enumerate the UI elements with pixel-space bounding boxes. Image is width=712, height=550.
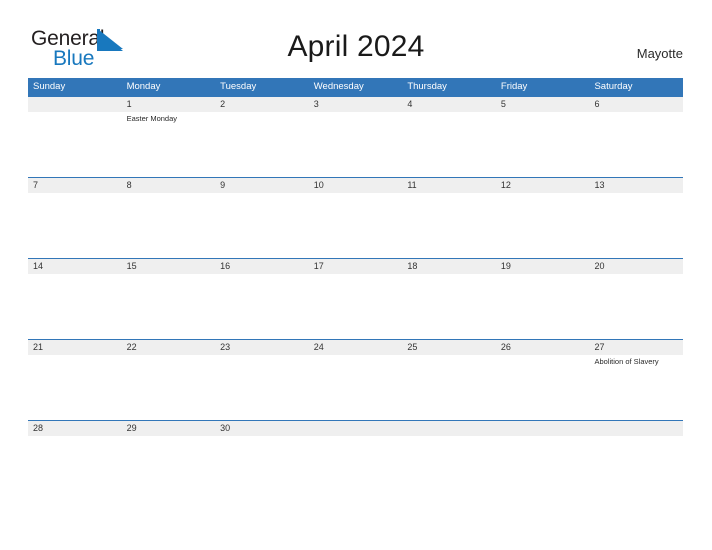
day-number[interactable]: 21 [28, 340, 122, 355]
day-number[interactable]: 20 [589, 259, 683, 274]
day-cell[interactable] [215, 193, 309, 258]
day-number[interactable]: 2 [215, 97, 309, 112]
day-cell[interactable] [496, 274, 590, 339]
weekday-monday: Monday [126, 81, 161, 92]
page-header: General Blue April 2024 Mayotte [0, 0, 712, 78]
weekday-tuesday: Tuesday [220, 81, 257, 92]
day-number[interactable]: 9 [215, 178, 309, 193]
day-number[interactable] [309, 421, 403, 436]
weekday-friday: Friday [500, 81, 528, 92]
region-label: Mayotte [636, 46, 683, 61]
week-event-band [28, 193, 683, 258]
day-number[interactable]: 1 [122, 97, 216, 112]
week-row: 21 22 23 24 25 26 27 Abolition of Slaver… [28, 339, 683, 420]
day-number[interactable]: 10 [309, 178, 403, 193]
day-number[interactable]: 29 [122, 421, 216, 436]
day-cell[interactable] [28, 193, 122, 258]
day-number[interactable] [589, 421, 683, 436]
day-number[interactable]: 16 [215, 259, 309, 274]
day-cell[interactable] [309, 274, 403, 339]
day-cell[interactable] [496, 355, 590, 420]
week-event-band: Abolition of Slavery [28, 355, 683, 420]
day-number[interactable]: 15 [122, 259, 216, 274]
day-cell[interactable] [496, 112, 590, 177]
week-row: 1 2 3 4 5 6 Easter Monday [28, 96, 683, 177]
calendar-page: General Blue April 2024 Mayotte Sunday M… [0, 0, 712, 550]
weekday-header-row: Sunday Monday Tuesday Wednesday Thursday… [28, 78, 683, 96]
day-number[interactable]: 4 [402, 97, 496, 112]
day-cell[interactable] [215, 112, 309, 177]
day-cell[interactable] [496, 193, 590, 258]
day-cell[interactable] [309, 193, 403, 258]
day-number[interactable] [496, 421, 590, 436]
week-event-band [28, 274, 683, 339]
weekday-wednesday: Wednesday [313, 81, 364, 92]
event-label: Easter Monday [126, 114, 178, 123]
day-cell[interactable] [589, 193, 683, 258]
day-number[interactable] [402, 421, 496, 436]
day-number[interactable]: 7 [28, 178, 122, 193]
day-number[interactable]: 30 [215, 421, 309, 436]
day-cell[interactable] [589, 112, 683, 177]
day-number[interactable]: 19 [496, 259, 590, 274]
day-number[interactable]: 27 [589, 340, 683, 355]
day-cell[interactable] [122, 193, 216, 258]
day-cell[interactable] [122, 355, 216, 420]
day-number[interactable]: 22 [122, 340, 216, 355]
day-number[interactable]: 17 [309, 259, 403, 274]
day-cell[interactable] [28, 274, 122, 339]
day-number[interactable]: 8 [122, 178, 216, 193]
day-number[interactable]: 13 [589, 178, 683, 193]
calendar-grid: Sunday Monday Tuesday Wednesday Thursday… [28, 78, 683, 446]
event-label: Abolition of Slavery [594, 357, 659, 366]
day-number[interactable]: 5 [496, 97, 590, 112]
week-event-band: Easter Monday [28, 112, 683, 177]
day-number[interactable]: 26 [496, 340, 590, 355]
day-cell[interactable] [402, 355, 496, 420]
day-number[interactable]: 24 [309, 340, 403, 355]
weekday-sunday: Sunday [33, 81, 66, 92]
week-date-band: 7 8 9 10 11 12 13 [28, 177, 683, 193]
week-date-band: 1 2 3 4 5 6 [28, 96, 683, 112]
week-row: 28 29 30 [28, 420, 683, 446]
day-number[interactable]: 18 [402, 259, 496, 274]
day-cell[interactable] [28, 355, 122, 420]
week-date-band: 28 29 30 [28, 420, 683, 436]
week-date-band: 21 22 23 24 25 26 27 [28, 339, 683, 355]
day-cell[interactable] [215, 274, 309, 339]
day-number[interactable] [28, 97, 122, 112]
day-cell[interactable] [402, 112, 496, 177]
day-number[interactable]: 3 [309, 97, 403, 112]
day-cell[interactable]: Easter Monday [122, 112, 216, 177]
day-number[interactable]: 14 [28, 259, 122, 274]
day-cell[interactable] [122, 274, 216, 339]
day-number[interactable]: 6 [589, 97, 683, 112]
day-number[interactable]: 23 [215, 340, 309, 355]
day-number[interactable]: 28 [28, 421, 122, 436]
day-cell[interactable]: Abolition of Slavery [589, 355, 683, 420]
day-cell[interactable] [402, 193, 496, 258]
day-cell[interactable] [215, 355, 309, 420]
week-row: 14 15 16 17 18 19 20 [28, 258, 683, 339]
weekday-saturday: Saturday [594, 81, 633, 92]
day-number[interactable]: 11 [402, 178, 496, 193]
day-cell[interactable] [309, 112, 403, 177]
day-number[interactable]: 25 [402, 340, 496, 355]
week-row: 7 8 9 10 11 12 13 [28, 177, 683, 258]
day-cell[interactable] [589, 274, 683, 339]
week-date-band: 14 15 16 17 18 19 20 [28, 258, 683, 274]
page-title: April 2024 [287, 30, 425, 63]
day-cell[interactable] [402, 274, 496, 339]
weekday-thursday: Thursday [407, 81, 447, 92]
day-cell[interactable] [28, 112, 122, 177]
day-cell[interactable] [309, 355, 403, 420]
day-number[interactable]: 12 [496, 178, 590, 193]
